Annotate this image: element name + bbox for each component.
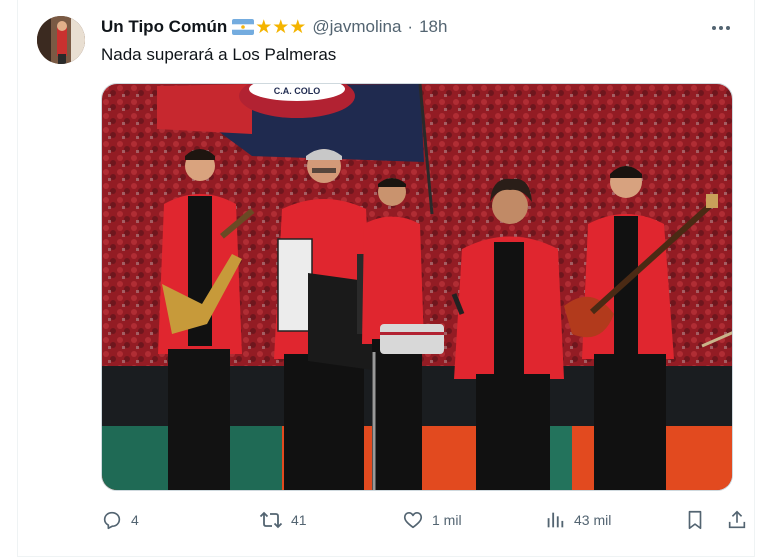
like-count: 1 mil — [432, 512, 462, 528]
tweet-media-photo[interactable]: C.A. COLO — [101, 83, 733, 491]
band-photo-illustration: C.A. COLO — [102, 84, 732, 490]
user-handle[interactable]: @javmolina — [312, 17, 401, 37]
share-icon — [728, 510, 746, 529]
reply-icon — [103, 511, 121, 530]
retweet-button[interactable]: 41 — [259, 507, 307, 533]
tweet-text: Nada superará a Los Palmeras — [101, 45, 337, 64]
bookmark-icon — [688, 510, 702, 530]
bookmark-button[interactable] — [684, 507, 706, 533]
tweet-card[interactable]: Un Tipo Común ★★★ @javmolina · 18h Nada … — [17, 0, 755, 557]
share-button[interactable] — [726, 507, 748, 533]
heart-icon — [403, 512, 423, 529]
display-name[interactable]: Un Tipo Común — [101, 17, 227, 37]
tweet-timestamp[interactable]: 18h — [419, 17, 447, 37]
separator-dot: · — [407, 17, 414, 36]
retweet-count: 41 — [291, 512, 307, 528]
star-badges-icon: ★★★ — [255, 16, 307, 38]
views-chart-icon — [547, 512, 564, 528]
retweet-icon — [259, 511, 283, 529]
avatar[interactable] — [37, 16, 85, 64]
views-button[interactable]: 43 mil — [544, 507, 611, 533]
argentina-flag-icon — [232, 19, 255, 35]
tweet-actions-bar: 4 41 1 mil 43 mil — [101, 507, 746, 533]
flag-label: C.A. COLO — [274, 86, 321, 96]
reply-count: 4 — [131, 512, 139, 528]
like-button[interactable]: 1 mil — [402, 507, 462, 533]
tweet-header: Un Tipo Común ★★★ @javmolina · 18h — [101, 16, 447, 38]
views-count: 43 mil — [574, 512, 612, 528]
reply-button[interactable]: 4 — [101, 507, 139, 533]
more-options-icon[interactable] — [708, 18, 734, 38]
